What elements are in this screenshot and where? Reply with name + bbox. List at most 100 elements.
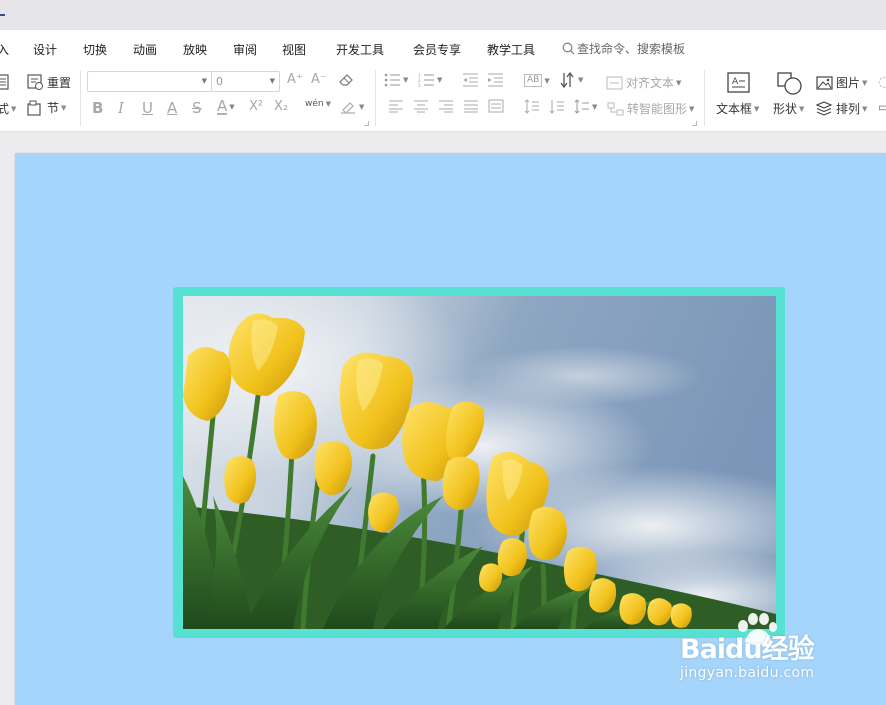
smartart-icon [607,102,624,115]
menu-transition[interactable]: 切换 [83,41,107,58]
line-spacing-icon [524,99,539,114]
section-button[interactable]: 节 ▼ [27,99,66,116]
clear-format-button[interactable] [338,72,355,87]
ribbon-divider [704,70,705,126]
textbox-label: 文本框 [716,102,753,116]
menu-member-exclusive[interactable]: 会员专享 [413,41,461,58]
ribbon-divider [80,70,81,126]
bold-button[interactable]: B [92,99,103,117]
distribute-icon [488,99,504,113]
arrange-label: 排列 [836,102,861,116]
shapes-icon [777,72,802,95]
italic-icon: I [118,99,124,117]
italic-button[interactable]: I [118,99,124,117]
arrange-button[interactable]: 排列 ▼ [816,100,867,117]
text-direction-icon: AB [524,74,543,87]
menu-slideshow[interactable]: 放映 [183,41,207,58]
underline-button[interactable]: U [142,99,153,117]
distribute-button[interactable] [488,99,504,113]
font-name-select[interactable]: ▼ [87,71,212,92]
phonetic-guide-button[interactable]: wén ▼ [305,99,331,109]
menu-review[interactable]: 审阅 [233,41,257,58]
increase-indent-button[interactable] [487,73,504,87]
reset-label: 重置 [47,76,72,90]
search-icon [562,42,575,55]
font-dialog-launcher-icon[interactable] [364,121,369,126]
layout-icon [0,74,9,90]
shape-icon-button[interactable] [777,72,803,96]
grow-font-button[interactable]: A⁺ [287,72,303,87]
more-tools-icon[interactable]: ◌ [878,74,886,90]
layout-dropdown-icon: ▼ [11,104,17,113]
highlight-button[interactable]: ▼ [340,99,364,114]
decrease-indent-button[interactable] [462,73,479,87]
section-label: 节 [47,101,60,115]
ribbon-divider [375,70,376,126]
line-spacing-button[interactable] [524,99,540,114]
char-shadow-button[interactable]: A [167,99,177,117]
spacing-options-button[interactable]: ▼ [574,99,597,114]
font-size-select[interactable]: 0 ▼ [211,71,280,92]
menu-insert[interactable]: 入 [0,41,9,58]
layout-top-button[interactable] [0,74,10,90]
font-color-icon: A [217,97,228,115]
tulip-picture[interactable] [183,296,776,629]
textbox-icon: A [727,72,750,93]
paragraph-spacing-button[interactable] [549,99,565,114]
align-text-icon [606,76,623,89]
section-dropdown-icon: ▼ [61,103,67,112]
font-color-button[interactable]: A ▼ [217,99,235,115]
superscript-icon: X² [249,99,264,114]
highlighter-icon [341,102,355,114]
align-center-button[interactable] [413,100,429,113]
more-arrange-icon[interactable]: ▭ [878,100,886,114]
textbox-icon-button[interactable]: A [727,72,750,93]
menu-teaching-tools[interactable]: 教学工具 [487,41,535,58]
text-shadow-icon: A [167,99,178,117]
tulip-photo-art [183,296,776,629]
menu-view[interactable]: 视图 [282,41,306,58]
arrange-icon [816,101,833,116]
smartart-dropdown-icon: ▼ [689,104,695,113]
text-direction-button[interactable]: AB ▼ [524,74,550,87]
baidu-jingyan-watermark: Baidu经验 jingyan.baidu.com [678,612,848,687]
shrink-font-button[interactable]: A⁻ [311,72,327,87]
textbox-button[interactable]: 文本框 ▼ [716,100,759,117]
shape-button[interactable]: 形状 ▼ [773,100,804,117]
align-text-label: 对齐文本 [626,76,675,90]
convert-smartart-button[interactable]: 转智能图形 ▼ [607,100,694,117]
numbered-list-icon: 123 [418,73,434,87]
bullets-button[interactable]: ▼ [384,73,408,87]
menu-animation[interactable]: 动画 [133,41,157,58]
menu-developer-tools[interactable]: 开发工具 [336,41,384,58]
command-search[interactable]: 查找命令、搜索模板 [562,40,685,57]
grow-font-icon: A⁺ [287,72,303,87]
strikethrough-button[interactable]: S [192,99,202,117]
svg-text:3: 3 [418,83,421,87]
align-text-button[interactable]: 对齐文本 ▼ [606,74,681,91]
numbering-button[interactable]: 1 2 3 ▼ [418,73,442,87]
bullets-dropdown-icon: ▼ [403,76,409,84]
align-right-button[interactable] [438,100,454,113]
menu-design[interactable]: 设计 [33,41,57,58]
window-titlebar [0,0,886,30]
align-left-button[interactable] [388,100,404,113]
bullet-list-icon [384,73,400,87]
convert-smartart-label: 转智能图形 [627,102,688,116]
superscript-button[interactable]: X² [249,99,263,114]
justify-button[interactable] [463,100,479,113]
bold-icon: B [92,99,104,117]
watermark-logo-text: Baidu经验 [680,634,815,665]
picture-button[interactable]: 图片 ▼ [816,74,867,91]
paragraph-dialog-launcher-icon[interactable] [692,121,697,126]
arrange-dropdown-icon: ▼ [862,104,868,113]
phonetic-dropdown-icon: ▼ [325,100,331,108]
reset-button[interactable]: 重置 [27,74,71,91]
subscript-button[interactable]: X₂ [274,99,288,114]
align-left-icon [389,100,403,113]
text-direction-dropdown-icon: ▼ [544,76,550,85]
sort-dropdown-icon: ▼ [578,76,584,84]
layout-button[interactable]: 式 ▼ [0,100,16,117]
layout-label: 式 [0,102,10,116]
sort-button[interactable]: ▼ [560,72,583,88]
